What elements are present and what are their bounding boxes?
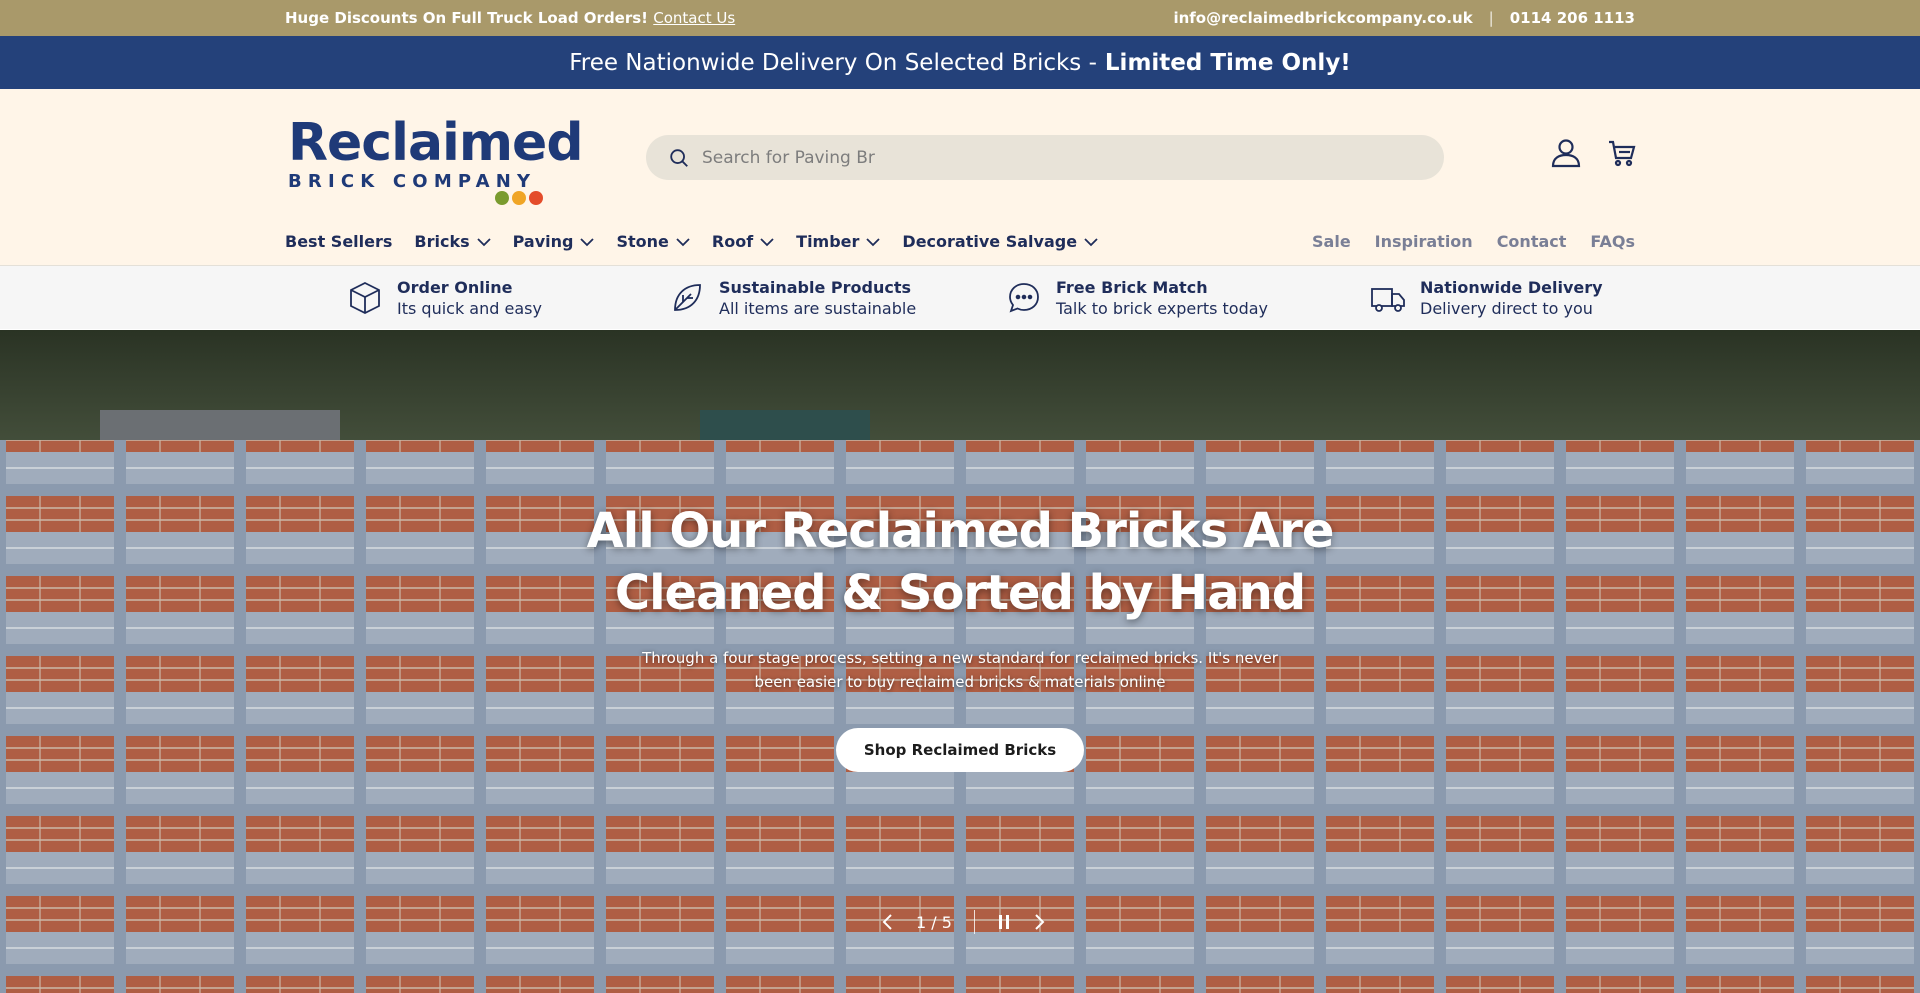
- nav-label: Best Sellers: [285, 232, 393, 251]
- promo-banner: Free Nationwide Delivery On Selected Bri…: [0, 36, 1920, 89]
- promo-banner-text: Free Nationwide Delivery On Selected Bri…: [569, 49, 1097, 76]
- slide-counter: 1 / 5: [916, 912, 952, 932]
- phone-link[interactable]: 0114 206 1113: [1510, 9, 1635, 27]
- hero-content: All Our Reclaimed Bricks Are Cleaned & S…: [0, 500, 1920, 772]
- feature-subtitle: Delivery direct to you: [1420, 298, 1593, 318]
- cart-icon[interactable]: [1606, 137, 1638, 169]
- feature-brick-match: Free Brick Match Talk to brick experts to…: [1006, 278, 1370, 318]
- top-utility-bar: Huge Discounts On Full Truck Load Orders…: [0, 0, 1920, 36]
- nav-link-faqs[interactable]: FAQs: [1590, 232, 1635, 251]
- nav-link-sale[interactable]: Sale: [1312, 232, 1351, 251]
- nav-label: Stone: [616, 232, 669, 251]
- search-bar[interactable]: [646, 135, 1444, 180]
- hero-description: Through a four stage process, setting a …: [642, 649, 1278, 691]
- nav-item-paving[interactable]: Paving: [513, 232, 595, 251]
- feature-delivery: Nationwide Delivery Delivery direct to yo…: [1370, 278, 1603, 318]
- chevron-down-icon: [1084, 237, 1098, 246]
- chevron-down-icon: [760, 237, 774, 246]
- hero-banner: All Our Reclaimed Bricks Are Cleaned & S…: [0, 330, 1920, 993]
- logo-dot-green: [495, 191, 509, 205]
- nav-link-contact[interactable]: Contact: [1497, 232, 1567, 251]
- logo-main-text: Reclaimed: [288, 113, 584, 173]
- pause-icon[interactable]: [997, 913, 1011, 931]
- feature-title: Free Brick Match: [1056, 277, 1208, 297]
- nav-item-stone[interactable]: Stone: [616, 232, 690, 251]
- topbar-separator: |: [1488, 9, 1494, 27]
- truck-icon: [1371, 287, 1405, 312]
- logo-dot-orange: [512, 191, 526, 205]
- chevron-down-icon: [866, 237, 881, 246]
- chat-icon: [1009, 282, 1039, 313]
- feature-subtitle: All items are sustainable: [719, 298, 917, 318]
- main-nav: Best Sellers Bricks Paving Stone Roof Ti…: [285, 232, 1098, 251]
- secondary-nav: Sale Inspiration Contact FAQs: [1312, 232, 1635, 251]
- feature-title: Sustainable Products: [719, 277, 912, 297]
- nav-item-bricks[interactable]: Bricks: [414, 232, 491, 251]
- chevron-down-icon: [676, 237, 690, 246]
- topbar-promo: Huge Discounts On Full Truck Load Orders…: [285, 9, 735, 27]
- shop-reclaimed-bricks-button[interactable]: Shop Reclaimed Bricks: [835, 728, 1085, 772]
- chevron-down-icon: [580, 237, 595, 246]
- feature-title: Order Online: [397, 277, 513, 297]
- topbar-contact: info@reclaimedbrickcompany.co.uk | 0114 …: [1173, 9, 1635, 27]
- search-icon[interactable]: [668, 147, 690, 169]
- nav-label: Decorative Salvage: [902, 232, 1078, 251]
- hero-title: All Our Reclaimed Bricks Are Cleaned & S…: [0, 500, 1920, 624]
- email-link[interactable]: info@reclaimedbrickcompany.co.uk: [1173, 9, 1472, 27]
- chevron-left-icon[interactable]: [880, 913, 894, 931]
- chevron-down-icon: [476, 237, 491, 246]
- search-input[interactable]: [702, 147, 1342, 168]
- nav-label: Roof: [711, 232, 754, 251]
- nav-label: Bricks: [414, 232, 470, 251]
- feature-subtitle: Its quick and easy: [397, 298, 542, 318]
- account-icon[interactable]: [1550, 137, 1582, 169]
- site-header: Reclaimed BRICK COMPANY Best Sellers Bri…: [0, 89, 1920, 265]
- slider-divider: [973, 910, 975, 934]
- chevron-right-icon[interactable]: [1033, 913, 1047, 931]
- nav-label: Timber: [796, 232, 860, 251]
- feature-title: Nationwide Delivery: [1420, 277, 1603, 297]
- logo-dot-red: [529, 191, 543, 205]
- nav-item-decorative-salvage[interactable]: Decorative Salvage: [902, 232, 1098, 251]
- promo-banner-highlight: Limited Time Only!: [1104, 49, 1351, 76]
- logo-dots: [495, 191, 543, 205]
- site-logo[interactable]: Reclaimed BRICK COMPANY: [288, 113, 584, 205]
- slider-controls: 1 / 5: [880, 910, 1047, 934]
- hero-title-line2: Cleaned & Sorted by Hand: [614, 565, 1306, 621]
- feature-subtitle: Talk to brick experts today: [1056, 298, 1268, 318]
- logo-sub-text: BRICK COMPANY: [288, 171, 537, 192]
- nav-item-roof[interactable]: Roof: [712, 232, 774, 251]
- hero-title-line1: All Our Reclaimed Bricks Are: [586, 503, 1335, 559]
- nav-label: Paving: [512, 232, 574, 251]
- topbar-promo-text: Huge Discounts On Full Truck Load Orders…: [285, 9, 649, 27]
- leaf-icon: [674, 283, 701, 311]
- feature-sustainable: Sustainable Products All items are sustai…: [669, 278, 1006, 318]
- nav-item-timber[interactable]: Timber: [796, 232, 881, 251]
- feature-strip: Order Online Its quick and easy Sustainab…: [0, 265, 1920, 329]
- feature-order-online: Order Online Its quick and easy: [347, 278, 669, 318]
- box-icon: [350, 281, 380, 314]
- nav-item-best-sellers[interactable]: Best Sellers: [285, 232, 392, 251]
- contact-us-link[interactable]: Contact Us: [653, 9, 735, 27]
- nav-link-inspiration[interactable]: Inspiration: [1375, 232, 1473, 251]
